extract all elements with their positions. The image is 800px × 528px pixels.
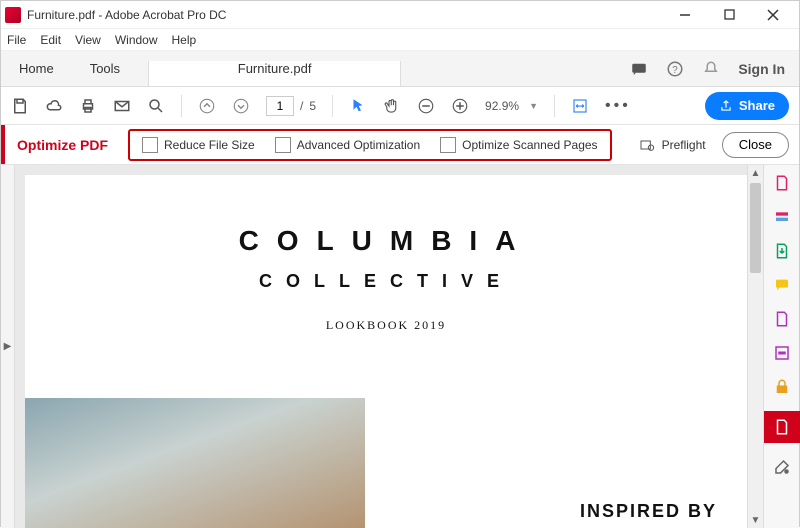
doc-inspired-text: INSPIRED BY bbox=[580, 501, 717, 522]
close-window-button[interactable] bbox=[751, 2, 795, 28]
menu-window[interactable]: Window bbox=[115, 33, 158, 47]
advanced-icon bbox=[275, 137, 291, 153]
save-icon[interactable] bbox=[11, 97, 29, 115]
optimize-accent bbox=[1, 125, 5, 164]
advanced-optimization-button[interactable]: Advanced Optimization bbox=[267, 133, 428, 157]
scroll-thumb[interactable] bbox=[750, 183, 761, 273]
tab-tools[interactable]: Tools bbox=[72, 51, 138, 86]
optimize-options-group: Reduce File Size Advanced Optimization O… bbox=[128, 129, 612, 161]
combine-icon[interactable] bbox=[772, 207, 792, 227]
tab-home[interactable]: Home bbox=[1, 51, 72, 86]
chevron-down-icon: ▼ bbox=[529, 101, 538, 111]
doc-photo bbox=[25, 398, 365, 528]
create-pdf-icon[interactable] bbox=[772, 173, 792, 193]
menu-help[interactable]: Help bbox=[172, 33, 197, 47]
window-title: Furniture.pdf - Adobe Acrobat Pro DC bbox=[27, 8, 663, 22]
cloud-icon[interactable] bbox=[45, 97, 63, 115]
tab-close-icon[interactable]: × bbox=[271, 84, 279, 86]
page-up-icon[interactable] bbox=[198, 97, 216, 115]
share-icon bbox=[719, 99, 733, 113]
comment-icon[interactable] bbox=[772, 275, 792, 295]
scanned-icon bbox=[440, 137, 456, 153]
tab-document-label: Furniture.pdf bbox=[238, 61, 312, 76]
vertical-scrollbar[interactable]: ▲ ▼ bbox=[747, 165, 763, 528]
redact-icon[interactable] bbox=[772, 343, 792, 363]
more-tools-icon[interactable] bbox=[772, 457, 792, 477]
doc-heading: COLUMBIA bbox=[239, 225, 534, 257]
minimize-button[interactable] bbox=[663, 2, 707, 28]
tabs-row: Home Tools Furniture.pdf × ? Sign In bbox=[1, 51, 799, 87]
zoom-in-icon[interactable] bbox=[451, 97, 469, 115]
page-total: 5 bbox=[309, 99, 316, 113]
chevron-right-icon: ▶ bbox=[4, 341, 12, 352]
zoom-value: 92.9% bbox=[485, 99, 519, 113]
print-icon[interactable] bbox=[79, 97, 97, 115]
share-button[interactable]: Share bbox=[705, 92, 789, 120]
zoom-select[interactable]: 92.9% ▼ bbox=[485, 99, 538, 113]
help-icon[interactable]: ? bbox=[666, 60, 684, 78]
fit-width-icon[interactable] bbox=[571, 97, 589, 115]
export-pdf-icon[interactable] bbox=[772, 241, 792, 261]
app-icon bbox=[5, 7, 21, 23]
page-indicator: / 5 bbox=[266, 96, 316, 116]
optimize-pdf-label: Optimize PDF bbox=[17, 137, 108, 153]
sign-in-link[interactable]: Sign In bbox=[738, 61, 785, 77]
mail-icon[interactable] bbox=[113, 97, 131, 115]
preflight-icon bbox=[638, 137, 656, 153]
main-toolbar: / 5 92.9% ▼ ••• Share bbox=[1, 87, 799, 125]
search-icon[interactable] bbox=[147, 97, 165, 115]
work-area: ▶ COLUMBIA COLLECTIVE LOOKBOOK 2019 INSP… bbox=[1, 165, 799, 528]
svg-text:?: ? bbox=[673, 64, 679, 75]
menu-view[interactable]: View bbox=[75, 33, 101, 47]
page-current-input[interactable] bbox=[266, 96, 294, 116]
doc-subtitle: LOOKBOOK 2019 bbox=[326, 318, 446, 333]
close-optimize-button[interactable]: Close bbox=[722, 132, 789, 158]
protect-icon[interactable] bbox=[772, 377, 792, 397]
optimize-tool-icon[interactable] bbox=[764, 411, 800, 443]
page-down-icon[interactable] bbox=[232, 97, 250, 115]
reduce-file-size-button[interactable]: Reduce File Size bbox=[134, 133, 263, 157]
doc-subheading: COLLECTIVE bbox=[259, 271, 513, 292]
optimize-scanned-button[interactable]: Optimize Scanned Pages bbox=[432, 133, 605, 157]
bell-icon[interactable] bbox=[702, 60, 720, 78]
document-page[interactable]: COLUMBIA COLLECTIVE LOOKBOOK 2019 INSPIR… bbox=[25, 175, 747, 528]
more-icon[interactable]: ••• bbox=[605, 97, 631, 115]
menu-edit[interactable]: Edit bbox=[40, 33, 61, 47]
reduce-icon bbox=[142, 137, 158, 153]
chat-icon[interactable] bbox=[630, 60, 648, 78]
organize-icon[interactable] bbox=[772, 309, 792, 329]
maximize-button[interactable] bbox=[707, 2, 751, 28]
hand-icon[interactable] bbox=[383, 97, 401, 115]
pointer-icon[interactable] bbox=[349, 97, 367, 115]
preflight-button[interactable]: Preflight bbox=[638, 137, 706, 153]
scroll-up-icon[interactable]: ▲ bbox=[748, 165, 763, 181]
right-tools-panel bbox=[763, 165, 799, 528]
page-sep: / bbox=[300, 99, 303, 113]
tab-document[interactable]: Furniture.pdf × bbox=[148, 61, 401, 86]
scroll-down-icon[interactable]: ▼ bbox=[748, 512, 763, 528]
title-bar: Furniture.pdf - Adobe Acrobat Pro DC bbox=[1, 1, 799, 29]
menu-file[interactable]: File bbox=[7, 33, 26, 47]
zoom-out-icon[interactable] bbox=[417, 97, 435, 115]
left-panel-toggle[interactable]: ▶ bbox=[1, 165, 15, 528]
menu-bar: File Edit View Window Help bbox=[1, 29, 799, 51]
optimize-bar: Optimize PDF Reduce File Size Advanced O… bbox=[1, 125, 799, 165]
share-label: Share bbox=[739, 98, 775, 113]
